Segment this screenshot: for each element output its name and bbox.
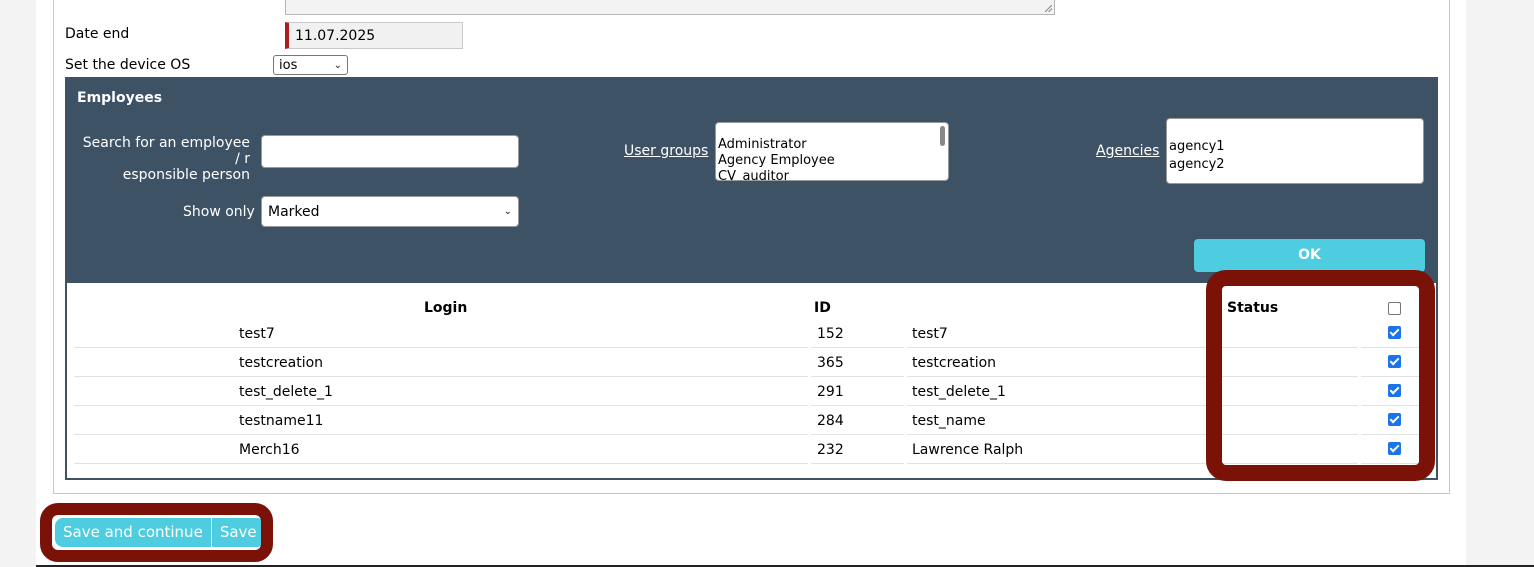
device-os-label: Set the device OS [65, 57, 191, 73]
cell-id: 284 [811, 407, 904, 435]
chevron-down-icon: ⌄ [333, 59, 342, 71]
date-end-label: Date end [65, 26, 130, 42]
user-groups-link[interactable]: User groups [624, 143, 708, 159]
user-groups-listbox[interactable]: Administrator Agency Employee CV_auditor [715, 122, 949, 181]
save-buttons-highlight [40, 503, 273, 562]
chevron-down-icon: ⌄ [503, 206, 512, 217]
show-only-select[interactable]: Marked ⌄ [261, 196, 519, 227]
user-group-option[interactable]: Administrator [718, 137, 946, 153]
agency-option[interactable]: agency2 [1169, 156, 1421, 174]
cell-id: 152 [811, 320, 904, 348]
date-end-input[interactable]: 11.07.2025 [285, 22, 463, 49]
table-row: Merch16 232 Lawrence Ralph [74, 436, 1424, 465]
cell-name: testcreation [907, 349, 1217, 377]
device-os-value: ios [279, 57, 298, 73]
cell-name: test_name [907, 407, 1217, 435]
cell-login: test_delete_1 [74, 378, 808, 406]
resize-grip-icon[interactable] [1045, 5, 1052, 12]
cell-name: test7 [907, 320, 1217, 348]
cell-id: 365 [811, 349, 904, 377]
employee-search-label: Search for an employee / r esponsible pe… [82, 135, 250, 183]
employees-title: Employees [77, 90, 163, 106]
user-group-option[interactable]: CV_auditor [718, 169, 946, 180]
agencies-listbox[interactable]: agency1 agency2 [1166, 118, 1424, 184]
user-group-option[interactable]: Agency Employee [718, 153, 946, 169]
cell-id: 232 [811, 436, 904, 464]
cell-name: test_delete_1 [907, 378, 1217, 406]
cell-id: 291 [811, 378, 904, 406]
employee-search-input[interactable] [261, 135, 519, 168]
column-header-login: Login [424, 300, 468, 316]
agency-option[interactable]: agency1 [1169, 138, 1421, 156]
cell-login: test7 [74, 320, 808, 348]
cell-login: Merch16 [74, 436, 808, 464]
show-only-value: Marked [268, 203, 320, 220]
agencies-link[interactable]: Agencies [1096, 143, 1159, 159]
listbox-scrollbar[interactable] [940, 126, 945, 146]
cell-login: testname11 [74, 407, 808, 435]
device-os-select[interactable]: ios ⌄ [273, 55, 348, 75]
column-header-id: ID [814, 300, 831, 316]
table-row: test_delete_1 291 test_delete_1 [74, 378, 1424, 407]
ok-button[interactable]: OK [1194, 239, 1425, 272]
table-row: testcreation 365 testcreation [74, 349, 1424, 378]
status-column-highlight [1206, 270, 1435, 481]
table-row: testname11 284 test_name [74, 407, 1424, 436]
description-textarea[interactable] [285, 0, 1055, 15]
cell-login: testcreation [74, 349, 808, 377]
cell-name: Lawrence Ralph [907, 436, 1217, 464]
table-row: test7 152 test7 [74, 320, 1424, 349]
show-only-label: Show only [183, 204, 255, 220]
